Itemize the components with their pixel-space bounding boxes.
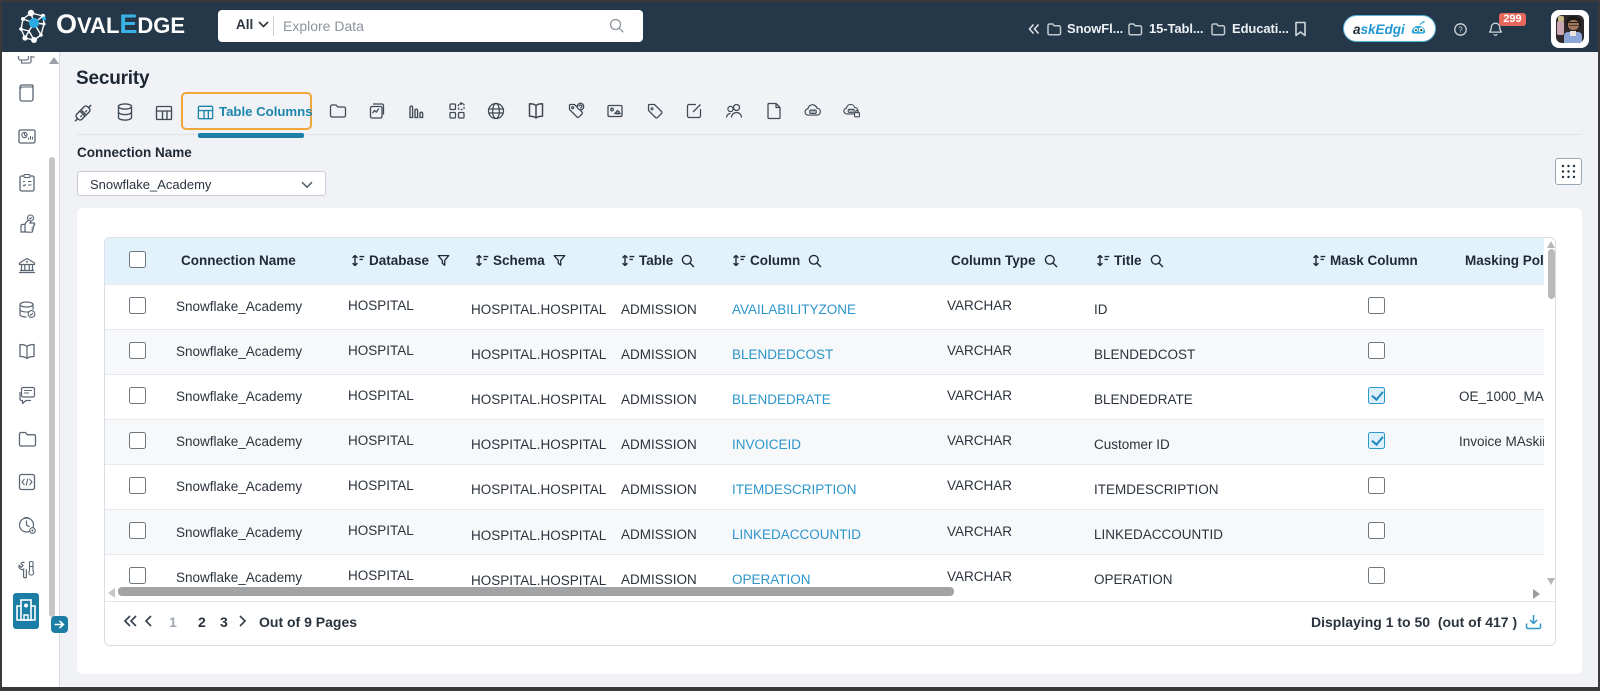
svg-text:?: ? [1458,25,1463,34]
svg-text:API: API [849,109,854,113]
svg-text:API: API [811,110,816,114]
